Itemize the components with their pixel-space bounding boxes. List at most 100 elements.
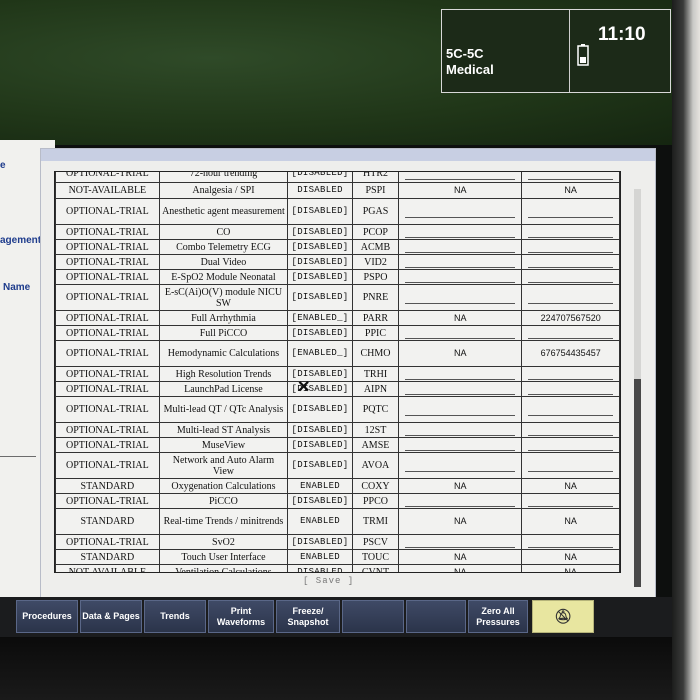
table-row[interactable]: OPTIONAL-TRIAL Anesthetic agent measureme… bbox=[55, 198, 620, 225]
license-input-line[interactable] bbox=[528, 226, 613, 238]
table-row[interactable]: STANDARD Oxygenation Calculations ENABLED C… bbox=[55, 478, 620, 494]
option-status-cell: OPTIONAL-TRIAL bbox=[55, 254, 160, 270]
option-enabled-cell[interactable]: [DISABLED] bbox=[287, 239, 353, 255]
license-input-line[interactable] bbox=[528, 404, 613, 416]
alarm-silence-button[interactable]: 🔕︎ bbox=[532, 600, 594, 633]
table-row[interactable]: OPTIONAL-TRIAL High Resolution Trends [DIS… bbox=[55, 366, 620, 382]
option-enabled-cell[interactable]: ENABLED bbox=[287, 478, 353, 494]
license-input-line[interactable] bbox=[405, 495, 516, 507]
patient-info-box[interactable]: 5C-5C Medical 11:10 bbox=[441, 9, 671, 93]
license-input-line[interactable] bbox=[405, 424, 516, 436]
option-code-cell: COXY bbox=[351, 478, 400, 494]
option-status-cell: OPTIONAL-TRIAL bbox=[55, 340, 160, 367]
license-input-line[interactable] bbox=[405, 292, 516, 304]
license-input-line[interactable] bbox=[405, 368, 516, 380]
table-row[interactable]: OPTIONAL-TRIAL Network and Auto Alarm Vie… bbox=[55, 452, 620, 479]
table-row[interactable]: STANDARD Real-time Trends / minitrends ENA… bbox=[55, 508, 620, 535]
table-row[interactable]: OPTIONAL-TRIAL SvO2 [DISABLED] PSCV bbox=[55, 534, 620, 550]
license-input-line[interactable] bbox=[528, 424, 613, 436]
option-feature-cell: Ventilation Calculations bbox=[158, 564, 289, 572]
sidebar-label-partial-3[interactable]: Name bbox=[3, 282, 30, 293]
option-enabled-cell[interactable]: [DISABLED] bbox=[287, 325, 353, 341]
option-enabled-cell[interactable]: [DISABLED] bbox=[287, 437, 353, 453]
license-input-line[interactable] bbox=[528, 460, 613, 472]
trends-button[interactable]: Trends bbox=[144, 600, 206, 633]
license-input-line[interactable] bbox=[528, 172, 613, 180]
option-enabled-cell[interactable]: [DISABLED] bbox=[287, 269, 353, 285]
table-row[interactable]: OPTIONAL-TRIAL Full Arrhythmia [ENABLED_] P… bbox=[55, 310, 620, 326]
option-enabled-cell[interactable]: DISABLED bbox=[287, 564, 353, 572]
license-input-line[interactable] bbox=[405, 327, 516, 339]
table-row[interactable]: OPTIONAL-TRIAL CO [DISABLED] PCOP bbox=[55, 224, 620, 240]
license-input-line[interactable] bbox=[405, 271, 516, 283]
option-enabled-cell[interactable]: [DISABLED] bbox=[287, 198, 353, 225]
license-input-line[interactable] bbox=[528, 256, 613, 268]
data-pages-button[interactable]: Data & Pages bbox=[80, 600, 142, 633]
option-enabled-cell[interactable]: ENABLED bbox=[287, 508, 353, 535]
table-row[interactable]: OPTIONAL-TRIAL Full PiCCO [DISABLED] PPIC bbox=[55, 325, 620, 341]
license-input-line[interactable] bbox=[528, 206, 613, 218]
table-row[interactable]: STANDARD Touch User Interface ENABLED TOUC N… bbox=[55, 549, 620, 565]
scrollbar-thumb[interactable] bbox=[634, 379, 641, 587]
option-enabled-cell[interactable]: [DISABLED] bbox=[287, 284, 353, 311]
freeze-snapshot-button[interactable]: Freeze/ Snapshot bbox=[276, 600, 340, 633]
license-input-line[interactable] bbox=[405, 536, 516, 548]
license-input-line[interactable] bbox=[528, 327, 613, 339]
table-row[interactable]: OPTIONAL-TRIAL Multi-lead ST Analysis [DIS… bbox=[55, 422, 620, 438]
table-row[interactable]: OPTIONAL-TRIAL LaunchPad License [DISABLED… bbox=[55, 381, 620, 397]
option-enabled-cell[interactable]: [ENABLED_] bbox=[287, 340, 353, 367]
license-input-line[interactable] bbox=[405, 172, 516, 180]
license-input-line[interactable] bbox=[528, 241, 613, 253]
table-row[interactable]: OPTIONAL-TRIAL E-sC(Ai)O(V) module NICU S… bbox=[55, 284, 620, 311]
table-scrollbar[interactable] bbox=[634, 189, 641, 587]
license-input-line[interactable] bbox=[405, 383, 516, 395]
table-row[interactable]: OPTIONAL-TRIAL Dual Video [DISABLED] VID2 bbox=[55, 254, 620, 270]
option-enabled-cell[interactable]: DISABLED bbox=[287, 182, 353, 199]
table-row[interactable]: OPTIONAL-TRIAL E-SpO2 Module Neonatal [DIS… bbox=[55, 269, 620, 285]
option-enabled-cell[interactable]: [DISABLED] bbox=[287, 493, 353, 509]
option-feature-cell: Oxygenation Calculations bbox=[158, 478, 289, 494]
license-input-line[interactable] bbox=[405, 460, 516, 472]
license-field-b bbox=[521, 396, 620, 423]
license-input-line[interactable] bbox=[528, 495, 613, 507]
option-enabled-cell[interactable]: ENABLED bbox=[287, 549, 353, 565]
option-enabled-cell[interactable]: [DISABLED] bbox=[287, 452, 353, 479]
zero-all-pressures-button[interactable]: Zero All Pressures bbox=[468, 600, 528, 633]
print-waveforms-button[interactable]: Print Waveforms bbox=[208, 600, 274, 633]
license-input-line[interactable] bbox=[528, 292, 613, 304]
table-row[interactable]: OPTIONAL-TRIAL 72-hour trending [DISABLED]… bbox=[55, 172, 620, 183]
option-enabled-cell[interactable]: [DISABLED] bbox=[287, 534, 353, 550]
table-row[interactable]: NOT-AVAILABLE Analgesia / SPI DISABLED PSPI… bbox=[55, 182, 620, 199]
license-input-line[interactable] bbox=[528, 271, 613, 283]
option-feature-cell: Multi-lead QT / QTc Analysis bbox=[158, 396, 289, 423]
disabled-button-2[interactable] bbox=[406, 600, 466, 633]
license-input-line[interactable] bbox=[405, 206, 516, 218]
procedures-button[interactable]: Procedures bbox=[16, 600, 78, 633]
license-input-line[interactable] bbox=[528, 536, 613, 548]
table-row[interactable]: OPTIONAL-TRIAL Multi-lead QT / QTc Analys… bbox=[55, 396, 620, 423]
license-input-line[interactable] bbox=[405, 241, 516, 253]
option-enabled-cell[interactable]: [DISABLED] bbox=[287, 172, 353, 183]
license-input-line[interactable] bbox=[528, 383, 613, 395]
license-input-line[interactable] bbox=[405, 439, 516, 451]
sidebar-label-partial-2[interactable]: agement bbox=[0, 235, 41, 246]
option-enabled-cell[interactable]: [DISABLED] bbox=[287, 254, 353, 270]
save-button[interactable]: [ Save ] bbox=[303, 576, 354, 586]
sidebar-label-partial-1[interactable]: e bbox=[0, 160, 6, 171]
license-input-line[interactable] bbox=[405, 256, 516, 268]
license-input-line[interactable] bbox=[528, 368, 613, 380]
table-row[interactable]: OPTIONAL-TRIAL Combo Telemetry ECG [DISABL… bbox=[55, 239, 620, 255]
table-row[interactable]: OPTIONAL-TRIAL PiCCO [DISABLED] PPCO bbox=[55, 493, 620, 509]
option-enabled-cell[interactable]: [DISABLED] bbox=[287, 224, 353, 240]
option-enabled-cell[interactable]: [ENABLED_] bbox=[287, 310, 353, 326]
license-input-line[interactable] bbox=[405, 404, 516, 416]
option-enabled-cell[interactable]: [DISABLED] bbox=[287, 396, 353, 423]
license-input-line[interactable] bbox=[528, 439, 613, 451]
table-row[interactable]: OPTIONAL-TRIAL Hemodynamic Calculations [E… bbox=[55, 340, 620, 367]
table-row[interactable]: NOT-AVAILABLE Ventilation Calculations DIS… bbox=[55, 564, 620, 572]
disabled-button-1[interactable] bbox=[342, 600, 404, 633]
option-enabled-cell[interactable]: [DISABLED] bbox=[287, 422, 353, 438]
table-row[interactable]: OPTIONAL-TRIAL MuseView [DISABLED] AMSE bbox=[55, 437, 620, 453]
license-input-line[interactable] bbox=[405, 226, 516, 238]
license-field-a: NA bbox=[398, 478, 523, 494]
